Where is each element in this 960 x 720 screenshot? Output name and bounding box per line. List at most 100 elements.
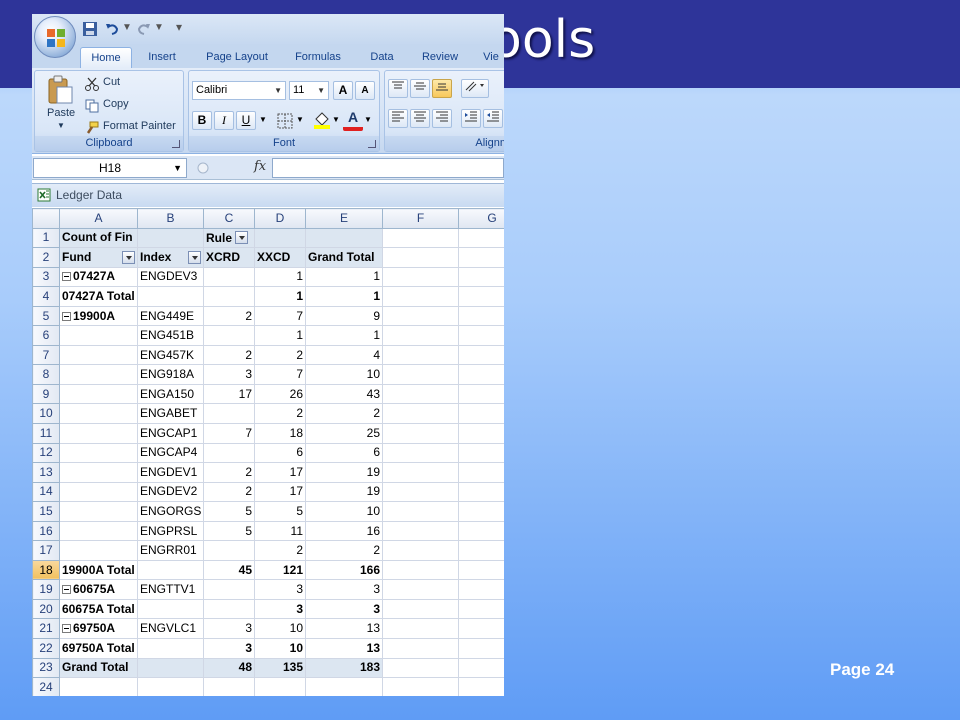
top-align-button[interactable] [388,79,408,98]
cell-f11[interactable] [382,423,459,444]
increase-indent-button[interactable] [483,109,503,128]
cell-d14[interactable]: 17 [254,481,306,503]
cell-c8[interactable]: 3 [203,364,255,385]
redo-icon[interactable] [136,21,152,37]
row-header[interactable]: 7 [32,344,60,366]
collapse-icon[interactable] [62,311,71,321]
cell-b15[interactable]: ENGORGS [137,501,204,522]
cell-f15[interactable] [382,501,459,522]
font-launcher-icon[interactable] [368,140,376,148]
align-center-button[interactable] [410,109,430,128]
cell-a13[interactable] [59,462,138,483]
cell-g23[interactable] [458,657,504,679]
cell-f14[interactable] [382,481,459,503]
insert-function-button[interactable]: fx [254,159,266,174]
cell-c14[interactable]: 2 [203,481,255,503]
format-painter-icon[interactable] [85,121,99,135]
redo-dropdown-icon[interactable]: ▼ [154,22,164,33]
cell-e20[interactable]: 3 [305,598,383,620]
paste-button[interactable]: Paste [47,107,75,119]
cell-a5[interactable]: 19900A [59,305,138,327]
cell-f16[interactable] [382,520,459,542]
cell-e24[interactable] [305,677,383,696]
cell-b19[interactable]: ENGTTV1 [137,579,204,600]
cell-g2[interactable] [458,247,504,268]
row-header[interactable]: 21 [32,618,60,640]
bottom-align-button[interactable] [432,79,452,98]
cell-c17[interactable] [203,540,255,561]
cell-a7[interactable] [59,344,138,366]
cell-c6[interactable] [203,325,255,346]
grow-font-button[interactable]: A [333,81,353,100]
cell-a6[interactable] [59,325,138,346]
align-left-button[interactable] [388,109,408,128]
font-color-dropdown-icon[interactable]: ▼ [363,111,373,130]
save-icon[interactable] [82,21,98,37]
cell-g21[interactable] [458,618,504,640]
cell-b8[interactable]: ENG918A [137,364,204,385]
row-header[interactable]: 1 [32,227,60,249]
cell-a15[interactable] [59,501,138,522]
collapse-icon[interactable] [62,624,71,634]
cell-b6[interactable]: ENG451B [137,325,204,346]
cell-g19[interactable] [458,579,504,600]
cell-b16[interactable]: ENGPRSL [137,520,204,542]
cell-a10[interactable] [59,403,138,425]
cell-g1[interactable] [458,227,504,249]
cell-g6[interactable] [458,325,504,346]
row-header[interactable]: 20 [32,598,60,620]
cell-g4[interactable] [458,286,504,307]
cell-g24[interactable] [458,677,504,696]
cell-f22[interactable] [382,638,459,659]
cell-e1[interactable] [305,227,383,249]
cell-g22[interactable] [458,638,504,659]
decrease-indent-button[interactable] [461,109,481,128]
cell-f7[interactable] [382,344,459,366]
column-header-a[interactable]: A [59,208,138,229]
cell-b13[interactable]: ENGDEV1 [137,462,204,483]
cell-g11[interactable] [458,423,504,444]
cell-a9[interactable] [59,383,138,405]
cell-a8[interactable] [59,364,138,385]
tab-insert[interactable]: Insert [140,47,184,68]
cell-f24[interactable] [382,677,459,696]
cell-d21[interactable]: 10 [254,618,306,640]
cell-c7[interactable]: 2 [203,344,255,366]
cut-icon[interactable] [85,77,99,91]
orientation-button[interactable] [461,79,489,98]
name-box-dropdown-icon[interactable]: ▼ [173,159,182,177]
cell-f5[interactable] [382,305,459,327]
cell-c9[interactable]: 17 [203,383,255,405]
cell-g7[interactable] [458,344,504,366]
cell-c15[interactable]: 5 [203,501,255,522]
cell-a4[interactable]: 07427A Total [59,286,138,307]
cell-e7[interactable]: 4 [305,344,383,366]
fill-color-icon[interactable] [313,111,331,129]
tab-home[interactable]: Home [80,47,132,68]
font-name-dropdown-icon[interactable]: ▼ [274,82,282,99]
customize-qat-icon[interactable]: ▾ [176,20,182,34]
cell-d18[interactable]: 121 [254,559,306,581]
cell-c13[interactable]: 2 [203,462,255,483]
cell-c22[interactable]: 3 [203,638,255,659]
cell-g17[interactable] [458,540,504,561]
row-header[interactable]: 17 [32,540,60,561]
cell-g8[interactable] [458,364,504,385]
cell-a11[interactable] [59,423,138,444]
column-header-d[interactable]: D [254,208,306,229]
cell-g5[interactable] [458,305,504,327]
collapse-icon[interactable] [62,585,71,595]
filter-active-icon[interactable] [235,230,249,244]
cell-d17[interactable]: 2 [254,540,306,561]
filter-dropdown-icon[interactable] [188,250,201,264]
cell-g18[interactable] [458,559,504,581]
cell-d7[interactable]: 2 [254,344,306,366]
row-header[interactable]: 12 [32,442,60,464]
cell-a19[interactable]: 60675A [59,579,138,600]
select-all-corner[interactable] [32,208,60,229]
name-box[interactable]: H18 ▼ [33,158,187,178]
cell-a21[interactable]: 69750A [59,618,138,640]
paste-dropdown-icon[interactable]: ▼ [57,121,65,130]
middle-align-button[interactable] [410,79,430,98]
cell-f1[interactable] [382,227,459,249]
